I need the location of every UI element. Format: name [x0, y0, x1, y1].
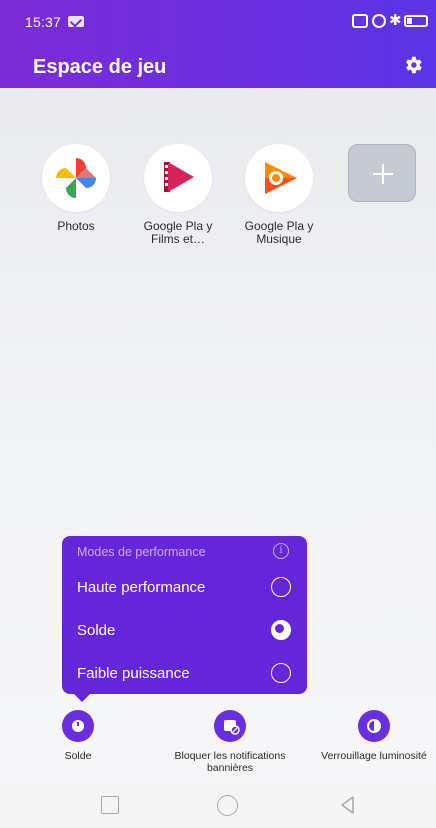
option-high-performance[interactable]: Haute performance — [62, 570, 307, 606]
option-label: Haute performance — [77, 579, 206, 596]
battery-icon — [404, 15, 428, 27]
status-bar: 15:37 — [0, 0, 436, 40]
quick-action-block-notifications[interactable]: Bloquer les notifications bannières — [170, 710, 290, 774]
back-triangle-icon[interactable] — [338, 795, 358, 815]
google-photos-icon — [42, 144, 110, 212]
app-google-play-films[interactable]: Google Pla y Films et… — [133, 144, 223, 246]
quick-action-performance[interactable]: Solde — [48, 710, 108, 762]
brightness-lock-icon — [358, 710, 390, 742]
add-game-button[interactable] — [348, 144, 416, 202]
option-low-power[interactable]: Faible puissance — [62, 656, 307, 692]
nfc-icon — [372, 14, 386, 28]
google-play-music-icon — [245, 144, 313, 212]
app-photos[interactable]: Photos — [31, 144, 121, 233]
navigation-bar — [0, 783, 436, 828]
gear-icon[interactable] — [402, 54, 424, 76]
radio-button[interactable] — [271, 577, 291, 597]
gauge-icon — [62, 710, 94, 742]
popup-title: Modes de performance — [77, 545, 206, 559]
app-label: Photos — [57, 219, 95, 233]
vibrate-icon — [352, 14, 368, 28]
bluetooth-icon — [389, 11, 402, 29]
radio-button[interactable] — [271, 663, 291, 683]
quick-action-label: Verrouillage luminosité — [321, 750, 427, 762]
home-circle-icon[interactable] — [217, 795, 238, 816]
quick-action-label: Solde — [64, 750, 92, 762]
quick-action-brightness-lock[interactable]: Verrouillage luminosité — [312, 710, 436, 762]
app-label: Google Pla y Musique — [244, 219, 314, 246]
recents-square-icon[interactable] — [101, 796, 119, 814]
performance-mode-popup: Modes de performance i Haute performance… — [62, 536, 307, 702]
message-icon — [68, 16, 84, 27]
info-icon[interactable]: i — [273, 543, 289, 559]
plus-icon — [373, 164, 393, 184]
quick-action-label: Bloquer les notifications bannières — [174, 750, 286, 774]
option-label: Solde — [77, 622, 116, 639]
option-label: Faible puissance — [77, 665, 190, 682]
option-balanced[interactable]: Solde — [62, 613, 307, 649]
app-header: 15:37 Espace de jeu — [0, 0, 436, 88]
status-time: 15:37 — [25, 14, 62, 30]
radio-button-selected[interactable] — [271, 620, 291, 640]
block-notifications-icon — [214, 710, 246, 742]
google-play-films-icon — [144, 144, 212, 212]
app-google-play-music[interactable]: Google Pla y Musique — [234, 144, 324, 246]
game-space-content: Photos Google Pla y Films et… Google Pla — [0, 88, 436, 783]
page-title: Espace de jeu — [33, 56, 167, 78]
app-label: Google Pla y Films et… — [143, 219, 213, 246]
